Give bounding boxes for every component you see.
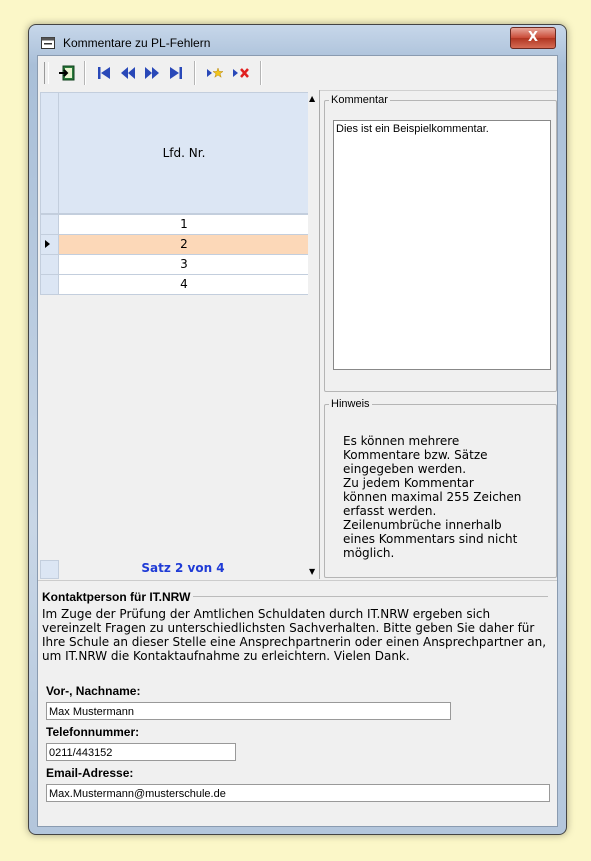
- last-record-icon: [170, 67, 182, 79]
- record-status: Satz 2 von 4: [141, 561, 225, 575]
- last-record-button[interactable]: [166, 62, 186, 84]
- grid-corner: [40, 92, 59, 214]
- status-corner: [40, 560, 59, 579]
- previous-record-icon: [121, 67, 135, 79]
- toolbar-separator: [260, 61, 262, 85]
- row-selector[interactable]: [40, 274, 59, 295]
- first-record-icon: [98, 67, 110, 79]
- phone-field[interactable]: 0211/443152: [46, 743, 236, 761]
- toolbar-grip[interactable]: [44, 62, 49, 84]
- exit-button[interactable]: [56, 62, 78, 84]
- hint-text: Es können mehrere Kommentare bzw. Sätze …: [343, 434, 522, 560]
- new-record-button[interactable]: [204, 62, 226, 84]
- row-selector[interactable]: [40, 234, 59, 255]
- hinweis-legend: Hinweis: [331, 398, 370, 410]
- record-toolbar: [38, 56, 557, 91]
- close-button[interactable]: X: [510, 27, 556, 49]
- row-cell[interactable]: 4: [58, 274, 310, 295]
- kommentar-legend: Kommentar: [331, 94, 388, 106]
- contact-section: Kontaktperson für IT.NRW Im Zuge der Prü…: [38, 580, 557, 827]
- name-field[interactable]: Max Mustermann: [46, 702, 451, 720]
- first-record-button[interactable]: [94, 62, 114, 84]
- table-row[interactable]: 4: [40, 274, 310, 295]
- table-row[interactable]: 2: [40, 234, 310, 255]
- form-icon: [41, 37, 55, 49]
- row-cell[interactable]: 1: [58, 214, 310, 235]
- email-field[interactable]: Max.Mustermann@musterschule.de: [46, 784, 550, 802]
- scroll-down-arrow-icon[interactable]: ▼: [309, 567, 315, 576]
- exit-icon: [59, 65, 75, 81]
- new-record-icon: [207, 67, 224, 78]
- current-row-marker-icon: [45, 240, 50, 248]
- row-cell[interactable]: 2: [58, 234, 310, 255]
- email-label: Email-Adresse:: [46, 766, 134, 780]
- next-record-button[interactable]: [142, 62, 162, 84]
- kommentar-group: Kommentar Dies ist ein Beispielkommentar…: [324, 94, 557, 392]
- window-title: Kommentare zu PL-Fehlern: [63, 36, 211, 50]
- table-row[interactable]: 1: [40, 214, 310, 235]
- name-label: Vor-, Nachname:: [46, 684, 141, 698]
- row-selector[interactable]: [40, 214, 59, 235]
- dialog-client: Lfd. Nr. 1 2 3 4 Satz 2 von 4 ▲ ▼ Kommen…: [37, 55, 558, 827]
- contact-description: Im Zuge der Prüfung der Amtlichen Schuld…: [42, 607, 547, 663]
- grid-scrollbar[interactable]: ▲ ▼: [308, 92, 319, 578]
- comment-textarea[interactable]: Dies ist ein Beispielkommentar.: [333, 120, 551, 370]
- previous-record-button[interactable]: [118, 62, 138, 84]
- toolbar-separator: [84, 61, 86, 85]
- delete-record-button[interactable]: [230, 62, 252, 84]
- column-header-lfd-nr[interactable]: Lfd. Nr.: [58, 92, 310, 214]
- contact-title: Kontaktperson für IT.NRW: [42, 590, 194, 604]
- hinweis-group: Hinweis Es können mehrere Kommentare bzw…: [324, 398, 557, 578]
- phone-label: Telefonnummer:: [46, 725, 140, 739]
- row-selector[interactable]: [40, 254, 59, 275]
- row-cell[interactable]: 3: [58, 254, 310, 275]
- scroll-up-arrow-icon[interactable]: ▲: [309, 94, 315, 103]
- next-record-icon: [145, 67, 159, 79]
- toolbar-separator: [194, 61, 196, 85]
- records-grid: Lfd. Nr. 1 2 3 4 Satz 2 von 4 ▲ ▼: [38, 90, 320, 579]
- table-row[interactable]: 3: [40, 254, 310, 275]
- dialog-window: Kommentare zu PL-Fehlern X Lfd. Nr. 1 2 …: [28, 24, 567, 835]
- delete-record-icon: [233, 68, 249, 78]
